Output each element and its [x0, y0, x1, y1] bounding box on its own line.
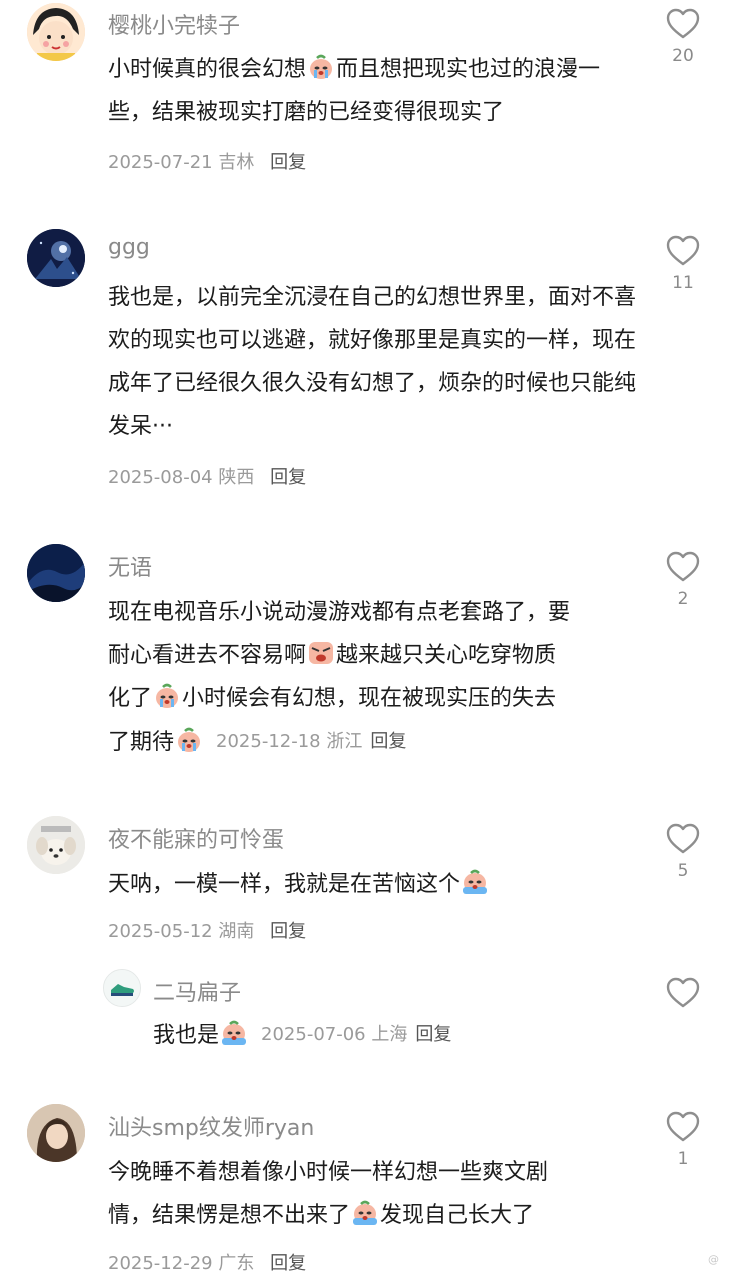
comment-text: 现在电视音乐小说动漫游戏都有点老套路了，要 耐心看进去不容易啊 越来越只关心吃穿物… — [108, 600, 571, 755]
comment-meta: 2025-07-21 吉林 回复 — [108, 148, 306, 174]
crying-emoji-icon — [352, 1198, 378, 1225]
comment-meta: 2025-12-18 浙江 回复 — [216, 731, 406, 752]
crying-emoji-icon — [308, 638, 334, 664]
comment-meta: 2025-07-06 上海 回复 — [261, 1024, 451, 1045]
comment-text: 我也是 2025-07-06 上海 回复 — [153, 1013, 623, 1057]
comment-text: 我也是，以前完全沉浸在自己的幻想世界里，面对不喜欢的现实也可以逃避，就好像那里是… — [108, 285, 637, 439]
reply-button[interactable]: 回复 — [270, 1253, 306, 1274]
avatar[interactable] — [27, 3, 85, 61]
like-count: 5 — [677, 861, 689, 881]
avatar[interactable] — [27, 1104, 85, 1162]
comment-text: 小时候真的很会幻想 而且想把现实也过的浪漫一些，结果被现实打磨的已经变得很现实了 — [108, 48, 628, 134]
like-button[interactable]: 5 — [663, 823, 703, 881]
like-button[interactable]: 2 — [663, 551, 703, 609]
like-button[interactable] — [663, 977, 703, 1009]
comment-text: 天呐，一模一样，我就是在苦恼这个 — [108, 863, 628, 906]
username[interactable]: 樱桃小完犊子 — [108, 8, 240, 40]
comment-location: 浙江 — [326, 731, 363, 752]
like-count: 11 — [672, 273, 694, 293]
comment-text: 今晚睡不着想着像小时候一样幻想一些爽文剧 情，结果愣是想不出来了 发现自己长大了 — [108, 1160, 549, 1228]
comment-meta: 2025-08-04 陕西 回复 — [108, 463, 306, 489]
sneaker-avatar-icon — [104, 970, 140, 1006]
crying-emoji-icon — [308, 52, 334, 79]
reply-button[interactable]: 回复 — [270, 467, 306, 488]
avatar[interactable] — [27, 816, 85, 874]
comment-date: 2025-07-06 — [261, 1024, 366, 1045]
heart-outline-icon — [666, 235, 700, 266]
like-count: 2 — [677, 589, 689, 609]
username[interactable]: 夜不能寐的可怜蛋 — [108, 822, 284, 854]
crying-emoji-icon — [221, 1018, 247, 1045]
crying-emoji-icon — [154, 681, 180, 708]
comment-date: 2025-08-04 — [108, 467, 213, 488]
like-button[interactable]: 11 — [663, 235, 703, 293]
heart-outline-icon — [666, 1111, 700, 1142]
username[interactable]: 无语 — [108, 550, 152, 582]
username[interactable]: ggg — [108, 235, 150, 260]
comment-meta: 2025-05-12 湖南 回复 — [108, 917, 306, 943]
avatar[interactable] — [27, 544, 85, 602]
comment-date: 2025-12-29 — [108, 1253, 213, 1274]
username[interactable]: 汕头smp纹发师ryan — [108, 1110, 314, 1142]
like-button[interactable]: 1 — [663, 1111, 703, 1169]
comment-date: 2025-07-21 — [108, 152, 213, 173]
reply-button[interactable]: 回复 — [370, 731, 406, 752]
comment-date: 2025-05-12 — [108, 921, 213, 942]
watermark: @ — [708, 1253, 719, 1266]
comment-location: 湖南 — [218, 921, 255, 942]
heart-outline-icon — [666, 977, 700, 1008]
heart-outline-icon — [666, 823, 700, 854]
reply-button[interactable]: 回复 — [270, 152, 306, 173]
like-button[interactable]: 20 — [663, 8, 703, 66]
like-count: 1 — [677, 1149, 689, 1169]
comment-meta: 2025-12-29 广东 回复 — [108, 1249, 306, 1275]
comment-location: 吉林 — [218, 152, 255, 173]
reply-button[interactable]: 回复 — [415, 1024, 451, 1045]
heart-outline-icon — [666, 8, 700, 39]
crying-emoji-icon — [176, 725, 202, 752]
crying-emoji-icon — [462, 867, 488, 894]
comment-location: 上海 — [371, 1024, 408, 1045]
heart-outline-icon — [666, 551, 700, 582]
avatar[interactable] — [103, 969, 141, 1007]
avatar[interactable] — [27, 229, 85, 287]
like-count: 20 — [672, 46, 694, 66]
username[interactable]: 二马扁子 — [153, 975, 241, 1007]
reply-button[interactable]: 回复 — [270, 921, 306, 942]
comment-date: 2025-12-18 — [216, 731, 321, 752]
comment-location: 陕西 — [218, 467, 255, 488]
comment-location: 广东 — [218, 1253, 255, 1274]
